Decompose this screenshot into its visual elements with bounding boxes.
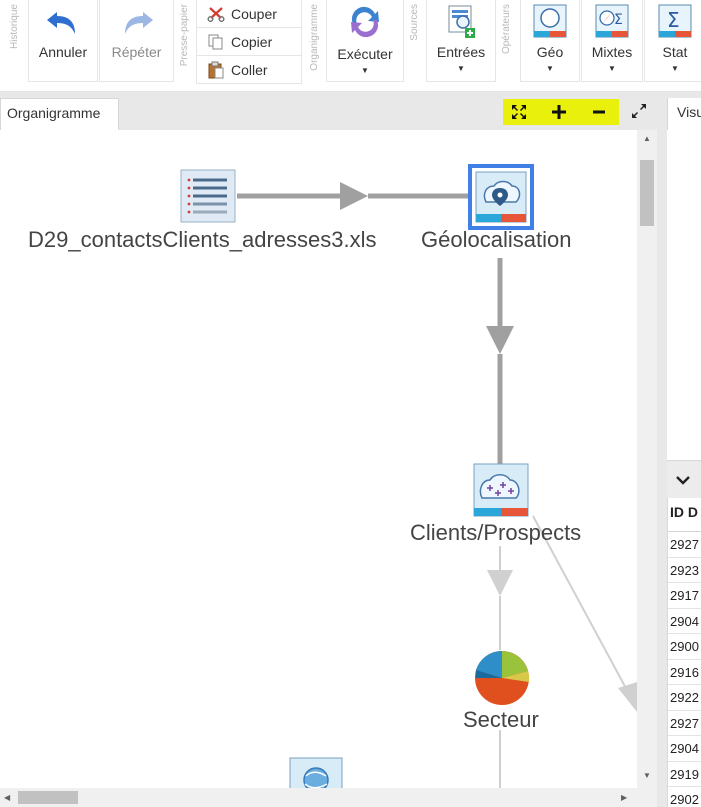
table-row[interactable]: 2904: [668, 736, 701, 762]
visualisation-panel: [667, 130, 701, 460]
mixed-operators-icon: Σ: [595, 4, 629, 38]
scroll-down-icon[interactable]: ▼: [643, 771, 651, 780]
table-row[interactable]: 2902: [668, 787, 701, 807]
mixed-button[interactable]: Σ Mixtes ▼: [581, 0, 643, 82]
chevron-down-icon: ▼: [457, 64, 465, 73]
data-table: ID D 2927 2923 2917 2904 2900 2916 2922 2927 290…: [667, 498, 701, 807]
geo-button[interactable]: Géo ▼: [520, 0, 580, 82]
chevron-down-icon: ▼: [361, 66, 369, 75]
arrow-geoloc-clients: [486, 326, 514, 354]
group-label-orgchart: Organigramme: [309, 4, 320, 71]
horizontal-scroll-thumb[interactable]: [18, 791, 78, 804]
arrow-clients-offscreen: [618, 682, 637, 712]
expand-icon[interactable]: [630, 102, 648, 120]
arrow-source-geoloc: [340, 182, 368, 210]
stat-button[interactable]: Σ Stat ▼: [644, 0, 701, 82]
pie-chart-icon: [475, 650, 530, 705]
refresh-icon: [351, 6, 379, 38]
data-source-icon: [448, 5, 475, 38]
arrow-clients-sector: [487, 570, 513, 596]
chevron-down-icon: ▼: [671, 64, 679, 73]
zoom-in-icon[interactable]: [551, 104, 567, 120]
chevron-down-icon[interactable]: [675, 475, 691, 487]
table-row[interactable]: 2916: [668, 660, 701, 685]
table-row[interactable]: 2919: [668, 762, 701, 787]
scissors-icon: [207, 6, 225, 22]
svg-text:Σ: Σ: [614, 12, 623, 28]
table-row[interactable]: 2927: [668, 711, 701, 736]
group-label-history: Historique: [9, 4, 20, 50]
table-row[interactable]: 2904: [668, 609, 701, 634]
group-label-clipboard: Presse-papier: [179, 4, 190, 67]
sigma-icon: Σ: [658, 4, 692, 38]
scroll-right-icon[interactable]: ▶: [621, 793, 627, 802]
node-secteur[interactable]: [475, 650, 530, 705]
horizontal-scrollbar[interactable]: ◀ ▶: [0, 788, 657, 807]
group-label-sources: Sources: [409, 4, 420, 41]
scroll-up-icon[interactable]: ▲: [643, 134, 651, 143]
ribbon-toolbar: Historique Annuler Répéter Presse-papier…: [0, 0, 701, 92]
cut-button[interactable]: Couper: [196, 0, 302, 28]
node-source-file[interactable]: [180, 169, 236, 223]
vertical-scrollbar[interactable]: ▲ ▼: [637, 130, 657, 788]
tab-organigramme[interactable]: Organigramme: [0, 98, 119, 130]
zoom-out-icon[interactable]: [591, 104, 607, 120]
node-partial-bottom[interactable]: [289, 757, 343, 788]
group-label-operators: Opérateurs: [501, 4, 512, 55]
table-body: 2927 2923 2917 2904 2900 2916 2922 2927 2904 2919…: [668, 532, 701, 807]
clipboard-group: Couper Copier Coller: [196, 0, 302, 84]
table-row[interactable]: 2917: [668, 583, 701, 609]
paste-button[interactable]: Coller: [196, 56, 302, 84]
node-label-clients: Clients/Prospects: [410, 520, 582, 545]
compass-icon: [533, 4, 567, 38]
table-header-id: ID D: [668, 498, 701, 532]
table-row[interactable]: 2922: [668, 685, 701, 711]
orgchart-canvas[interactable]: D29_contactsClients_adresses3.xls Géoloc…: [0, 130, 637, 788]
node-clients-prospects[interactable]: [473, 463, 529, 517]
undo-button[interactable]: Annuler: [28, 0, 98, 82]
table-row[interactable]: 2923: [668, 558, 701, 583]
execute-button[interactable]: Exécuter ▼: [326, 0, 404, 82]
undo-icon: [47, 12, 75, 34]
inputs-button[interactable]: Entrées ▼: [426, 0, 496, 82]
node-geolocalisation[interactable]: [468, 164, 534, 230]
data-panel-toolbar: [667, 460, 701, 498]
table-row[interactable]: 2927: [668, 532, 701, 558]
vertical-scroll-thumb[interactable]: [640, 160, 654, 226]
redo-icon: [124, 12, 153, 34]
redo-button[interactable]: Répéter: [99, 0, 174, 82]
copy-button[interactable]: Copier: [196, 28, 302, 56]
svg-text:Σ: Σ: [667, 8, 680, 32]
panel-splitter[interactable]: [657, 130, 667, 807]
node-label-source: D29_contactsClients_adresses3.xls: [28, 227, 377, 252]
node-label-sector: Secteur: [463, 707, 539, 732]
fit-to-screen-icon[interactable]: [511, 104, 527, 120]
chevron-down-icon: ▼: [546, 64, 554, 73]
table-row[interactable]: 2900: [668, 634, 701, 660]
node-label-geoloc: Géolocalisation: [421, 227, 572, 252]
clipboard-icon: [208, 61, 224, 78]
zoom-toolbar: [503, 99, 619, 125]
copy-icon: [208, 34, 223, 49]
chevron-down-icon: ▼: [608, 64, 616, 73]
tab-visualisation[interactable]: Visu: [667, 98, 701, 130]
scroll-left-icon[interactable]: ◀: [4, 793, 10, 802]
